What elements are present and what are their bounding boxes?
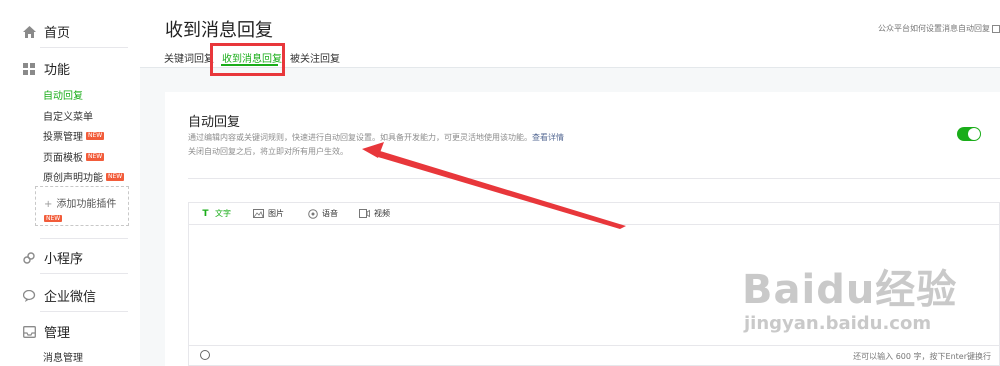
editor-footer: 还可以输入 600 字，按下Enter键换行 xyxy=(189,345,999,365)
page-title: 收到消息回复 xyxy=(165,20,273,41)
nav-home[interactable]: 首页 xyxy=(22,22,70,41)
new-badge: NEW xyxy=(86,152,105,161)
editor-tab-label: 图片 xyxy=(268,209,284,218)
sidebar-item-original[interactable]: 原创声明功能 NEW xyxy=(43,169,125,184)
editor-tab-label: 视频 xyxy=(374,209,390,218)
editor-tab-label: 文字 xyxy=(215,209,231,218)
editor-tab-text[interactable]: T 文字 xyxy=(200,208,231,219)
tab-label: 关键词回复 xyxy=(164,54,214,65)
divider xyxy=(40,238,128,239)
sidebar-item-label: 原创声明功能 xyxy=(43,173,103,184)
sidebar-item-message-manage[interactable]: 消息管理 xyxy=(43,349,83,364)
baidu-watermark: Baidu经验 jingyan.baidu.com xyxy=(742,257,958,334)
divider xyxy=(40,47,128,48)
sidebar-item-label: 自定义菜单 xyxy=(43,112,93,123)
add-plugin-label: 添加功能插件 xyxy=(56,199,117,210)
divider xyxy=(40,311,128,312)
nav-miniprogram-label: 小程序 xyxy=(44,252,84,267)
sidebar: 首页 功能 自动回复 自定义菜单 投票管理 NEW 页面模板 NEW 原创声明功… xyxy=(0,0,140,366)
card-description: 通过编辑内容或关键词规则，快速进行自动回复设置。如具备开发能力，可更灵活地使用该… xyxy=(188,132,564,143)
nav-wework[interactable]: 企业微信 xyxy=(22,286,96,305)
sidebar-item-custom-menu[interactable]: 自定义菜单 xyxy=(43,108,93,123)
editor-tabs: T 文字 图片 语音 视频 xyxy=(189,203,999,225)
new-badge: NEW xyxy=(86,131,105,140)
char-counter: 还可以输入 600 字，按下Enter键换行 xyxy=(853,352,991,361)
watermark-url: jingyan.baidu.com xyxy=(744,313,932,334)
nav-wework-label: 企业微信 xyxy=(44,290,97,305)
grid-icon xyxy=(22,62,36,76)
link-icon xyxy=(22,251,36,265)
image-icon xyxy=(253,209,264,218)
annotation-highlight-box xyxy=(210,43,285,76)
card-description-2: 关闭自动回复之后，将立即对所有用户生效。 xyxy=(188,147,348,156)
nav-manage-label: 管理 xyxy=(44,326,71,341)
sidebar-item-label: 页面模板 xyxy=(43,153,83,164)
auto-reply-toggle[interactable] xyxy=(957,127,981,141)
tab-keyword-reply[interactable]: 关键词回复 xyxy=(164,50,214,65)
inbox-icon xyxy=(22,325,36,339)
help-link[interactable]: 公众平台如何设置消息自动回复 xyxy=(878,23,1000,34)
more-details-link[interactable]: 查看详情 xyxy=(532,133,564,142)
nav-features[interactable]: 功能 xyxy=(22,59,70,78)
emoji-icon[interactable] xyxy=(200,350,210,360)
divider xyxy=(188,178,1000,179)
help-link-label: 公众平台如何设置消息自动回复 xyxy=(878,24,990,33)
sidebar-item-label: 投票管理 xyxy=(43,132,83,143)
sidebar-item-vote[interactable]: 投票管理 NEW xyxy=(43,128,105,143)
voice-icon xyxy=(307,208,318,219)
home-icon xyxy=(22,25,36,39)
tab-label: 被关注回复 xyxy=(290,54,340,65)
editor-tab-voice[interactable]: 语音 xyxy=(307,208,338,219)
nav-manage[interactable]: 管理 xyxy=(22,322,70,341)
chat-icon xyxy=(22,289,36,303)
plus-icon: + xyxy=(44,199,53,210)
new-badge: NEW xyxy=(44,215,63,222)
sidebar-item-label: 消息管理 xyxy=(43,353,83,364)
editor-tab-video[interactable]: 视频 xyxy=(359,208,390,219)
doc-icon xyxy=(992,24,1000,33)
tab-follow-reply[interactable]: 被关注回复 xyxy=(290,50,340,65)
sidebar-item-auto-reply[interactable]: 自动回复 xyxy=(43,87,83,102)
video-icon xyxy=(359,209,370,218)
nav-home-label: 首页 xyxy=(44,26,71,41)
toggle-knob xyxy=(968,128,980,140)
new-badge: NEW xyxy=(106,172,125,181)
editor-tab-label: 语音 xyxy=(322,209,338,218)
sidebar-item-page-template[interactable]: 页面模板 NEW xyxy=(43,149,105,164)
sidebar-item-label: 自动回复 xyxy=(43,91,83,102)
card-description-text: 通过编辑内容或关键词规则，快速进行自动回复设置。如具备开发能力，可更灵活地使用该… xyxy=(188,133,532,142)
add-plugin-button[interactable]: + 添加功能插件 NEW xyxy=(35,186,129,226)
text-icon: T xyxy=(202,208,209,219)
nav-miniprogram[interactable]: 小程序 xyxy=(22,248,83,267)
card-title: 自动回复 xyxy=(188,115,241,130)
watermark-brand: Baidu经验 xyxy=(742,267,958,313)
divider xyxy=(40,273,128,274)
nav-features-label: 功能 xyxy=(44,63,71,78)
editor-tab-image[interactable]: 图片 xyxy=(253,208,284,219)
